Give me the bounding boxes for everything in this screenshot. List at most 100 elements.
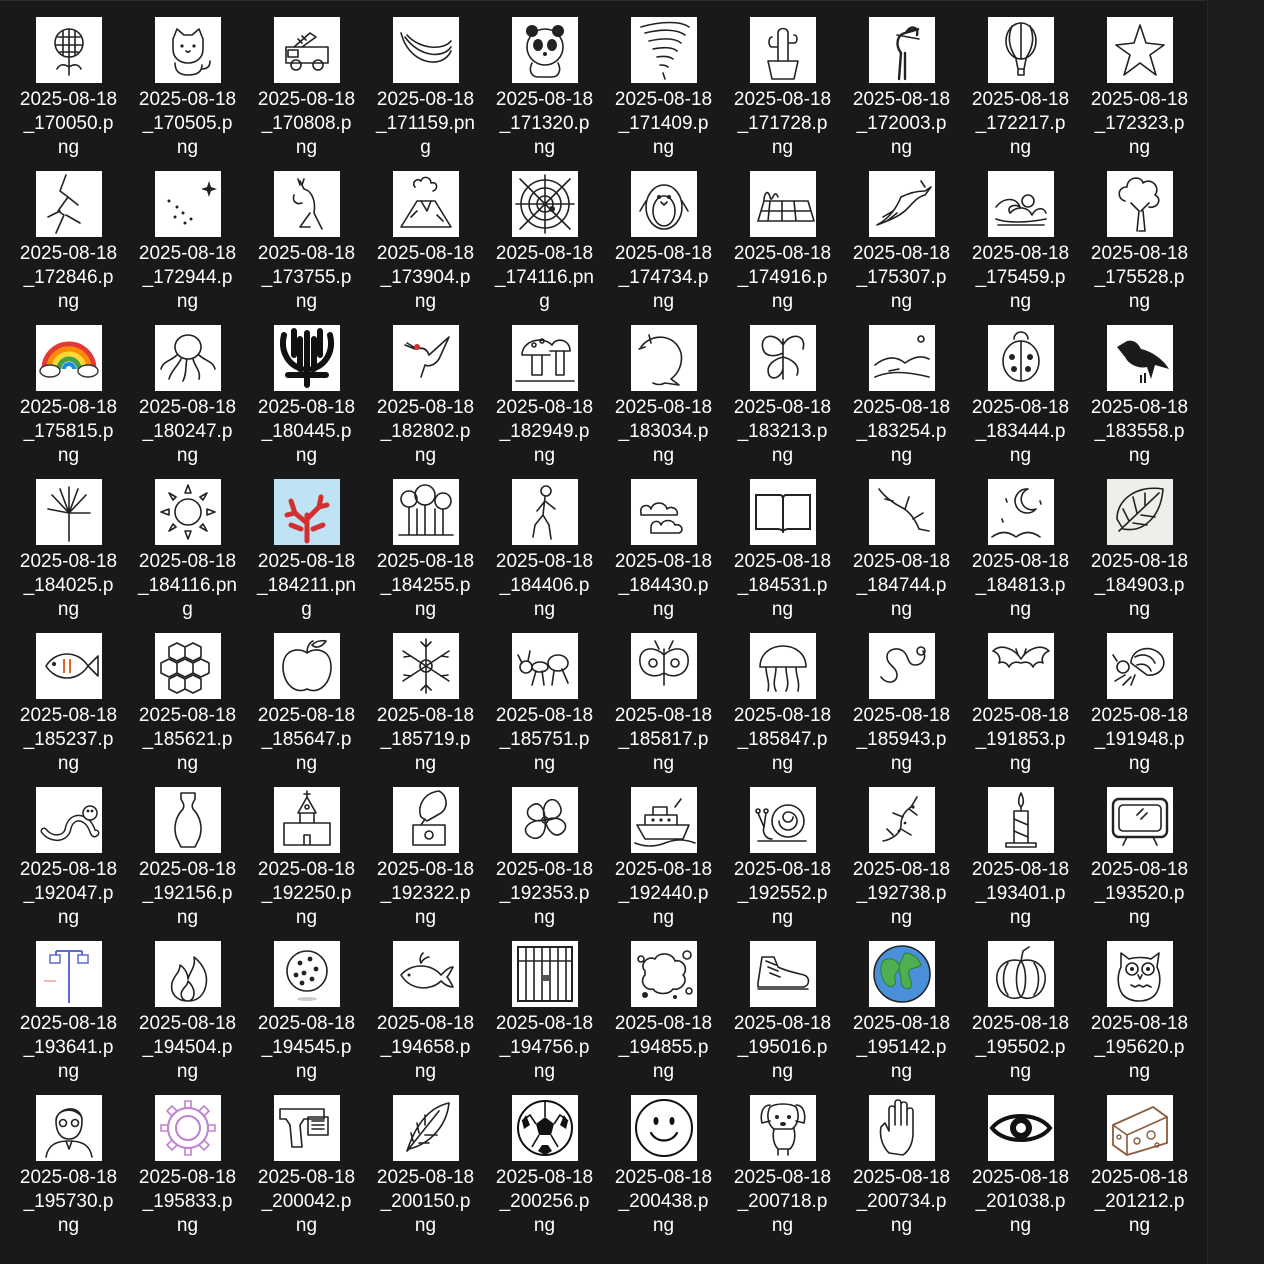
file-item[interactable]: 2025-08-18_201038.png bbox=[961, 1095, 1080, 1249]
file-item[interactable]: 2025-08-18_200438.png bbox=[604, 1095, 723, 1249]
file-item[interactable]: 2025-08-18_172846.png bbox=[9, 171, 128, 325]
file-thumbnail[interactable] bbox=[630, 787, 697, 853]
file-item[interactable]: 2025-08-18_192552.png bbox=[723, 787, 842, 941]
file-thumbnail[interactable] bbox=[749, 17, 816, 83]
file-item[interactable]: 2025-08-18_194504.png bbox=[128, 941, 247, 1095]
file-item[interactable]: 2025-08-18_175307.png bbox=[842, 171, 961, 325]
file-thumbnail[interactable] bbox=[868, 1095, 935, 1161]
file-thumbnail[interactable] bbox=[630, 171, 697, 237]
file-thumbnail[interactable] bbox=[154, 1095, 221, 1161]
file-thumbnail[interactable] bbox=[35, 633, 102, 699]
file-item[interactable]: 2025-08-18_184903.png bbox=[1080, 479, 1199, 633]
file-thumbnail[interactable] bbox=[868, 633, 935, 699]
file-item[interactable]: 2025-08-18_170050.png bbox=[9, 17, 128, 171]
file-item[interactable]: 2025-08-18_192047.png bbox=[9, 787, 128, 941]
file-item[interactable]: 2025-08-18_195730.png bbox=[9, 1095, 128, 1249]
file-item[interactable]: 2025-08-18_175528.png bbox=[1080, 171, 1199, 325]
file-item[interactable]: 2025-08-18_191853.png bbox=[961, 633, 1080, 787]
file-item[interactable]: 2025-08-18_183213.png bbox=[723, 325, 842, 479]
file-thumbnail[interactable] bbox=[273, 325, 340, 391]
file-thumbnail[interactable] bbox=[1106, 787, 1173, 853]
file-item[interactable]: 2025-08-18_192250.png bbox=[247, 787, 366, 941]
file-thumbnail[interactable] bbox=[154, 633, 221, 699]
file-item[interactable]: 2025-08-18_170505.png bbox=[128, 17, 247, 171]
file-item[interactable]: 2025-08-18_184813.png bbox=[961, 479, 1080, 633]
file-item[interactable]: 2025-08-18_183444.png bbox=[961, 325, 1080, 479]
file-thumbnail[interactable] bbox=[630, 325, 697, 391]
file-item[interactable]: 2025-08-18_185847.png bbox=[723, 633, 842, 787]
file-thumbnail[interactable] bbox=[392, 941, 459, 1007]
file-item[interactable]: 2025-08-18_185943.png bbox=[842, 633, 961, 787]
file-item[interactable]: 2025-08-18_195502.png bbox=[961, 941, 1080, 1095]
file-thumbnail[interactable] bbox=[35, 787, 102, 853]
file-item[interactable]: 2025-08-18_200150.png bbox=[366, 1095, 485, 1249]
file-item[interactable]: 2025-08-18_183034.png bbox=[604, 325, 723, 479]
file-item[interactable]: 2025-08-18_180445.png bbox=[247, 325, 366, 479]
file-item[interactable]: 2025-08-18_195620.png bbox=[1080, 941, 1199, 1095]
file-item[interactable]: 2025-08-18_200256.png bbox=[485, 1095, 604, 1249]
file-thumbnail[interactable] bbox=[630, 941, 697, 1007]
file-thumbnail[interactable] bbox=[273, 787, 340, 853]
file-thumbnail[interactable] bbox=[511, 171, 578, 237]
file-thumbnail[interactable] bbox=[987, 1095, 1054, 1161]
file-thumbnail[interactable] bbox=[987, 17, 1054, 83]
file-item[interactable]: 2025-08-18_192738.png bbox=[842, 787, 961, 941]
file-item[interactable]: 2025-08-18_192353.png bbox=[485, 787, 604, 941]
file-item[interactable]: 2025-08-18_185621.png bbox=[128, 633, 247, 787]
file-item[interactable]: 2025-08-18_195016.png bbox=[723, 941, 842, 1095]
file-item[interactable]: 2025-08-18_193401.png bbox=[961, 787, 1080, 941]
file-thumbnail[interactable] bbox=[868, 787, 935, 853]
file-item[interactable]: 2025-08-18_194658.png bbox=[366, 941, 485, 1095]
file-thumbnail[interactable] bbox=[987, 325, 1054, 391]
file-thumbnail[interactable] bbox=[749, 941, 816, 1007]
scrollbar[interactable] bbox=[1207, 0, 1264, 1264]
file-thumbnail[interactable] bbox=[749, 325, 816, 391]
file-thumbnail[interactable] bbox=[868, 479, 935, 545]
file-item[interactable]: 2025-08-18_175815.png bbox=[9, 325, 128, 479]
file-item[interactable]: 2025-08-18_172323.png bbox=[1080, 17, 1199, 171]
file-thumbnail[interactable] bbox=[392, 787, 459, 853]
file-thumbnail[interactable] bbox=[35, 1095, 102, 1161]
file-thumbnail[interactable] bbox=[273, 479, 340, 545]
file-item[interactable]: 2025-08-18_194756.png bbox=[485, 941, 604, 1095]
file-item[interactable]: 2025-08-18_192322.png bbox=[366, 787, 485, 941]
file-item[interactable]: 2025-08-18_185719.png bbox=[366, 633, 485, 787]
file-thumbnail[interactable] bbox=[35, 325, 102, 391]
file-item[interactable]: 2025-08-18_174734.png bbox=[604, 171, 723, 325]
file-thumbnail[interactable] bbox=[273, 941, 340, 1007]
file-item[interactable]: 2025-08-18_193641.png bbox=[9, 941, 128, 1095]
file-item[interactable]: 2025-08-18_184211.png bbox=[247, 479, 366, 633]
file-item[interactable]: 2025-08-18_200042.png bbox=[247, 1095, 366, 1249]
file-thumbnail[interactable] bbox=[630, 479, 697, 545]
file-thumbnail[interactable] bbox=[630, 17, 697, 83]
file-thumbnail[interactable] bbox=[35, 17, 102, 83]
file-thumbnail[interactable] bbox=[511, 325, 578, 391]
file-item[interactable]: 2025-08-18_173904.png bbox=[366, 171, 485, 325]
file-item[interactable]: 2025-08-18_184116.png bbox=[128, 479, 247, 633]
file-thumbnail[interactable] bbox=[392, 17, 459, 83]
file-item[interactable]: 2025-08-18_184406.png bbox=[485, 479, 604, 633]
file-thumbnail[interactable] bbox=[154, 787, 221, 853]
file-item[interactable]: 2025-08-18_184255.png bbox=[366, 479, 485, 633]
file-item[interactable]: 2025-08-18_200734.png bbox=[842, 1095, 961, 1249]
file-item[interactable]: 2025-08-18_185237.png bbox=[9, 633, 128, 787]
file-thumbnail[interactable] bbox=[1106, 1095, 1173, 1161]
file-thumbnail[interactable] bbox=[987, 171, 1054, 237]
file-thumbnail[interactable] bbox=[392, 479, 459, 545]
file-item[interactable]: 2025-08-18_183558.png bbox=[1080, 325, 1199, 479]
file-item[interactable]: 2025-08-18_185751.png bbox=[485, 633, 604, 787]
file-item[interactable]: 2025-08-18_194545.png bbox=[247, 941, 366, 1095]
file-thumbnail[interactable] bbox=[511, 941, 578, 1007]
file-thumbnail[interactable] bbox=[154, 17, 221, 83]
file-thumbnail[interactable] bbox=[1106, 17, 1173, 83]
file-item[interactable]: 2025-08-18_200718.png bbox=[723, 1095, 842, 1249]
file-item[interactable]: 2025-08-18_192156.png bbox=[128, 787, 247, 941]
file-thumbnail[interactable] bbox=[868, 171, 935, 237]
file-thumbnail[interactable] bbox=[749, 787, 816, 853]
file-thumbnail[interactable] bbox=[1106, 325, 1173, 391]
file-thumbnail[interactable] bbox=[987, 633, 1054, 699]
file-item[interactable]: 2025-08-18_193520.png bbox=[1080, 787, 1199, 941]
file-thumbnail[interactable] bbox=[273, 1095, 340, 1161]
file-thumbnail[interactable] bbox=[511, 17, 578, 83]
file-thumbnail[interactable] bbox=[1106, 633, 1173, 699]
